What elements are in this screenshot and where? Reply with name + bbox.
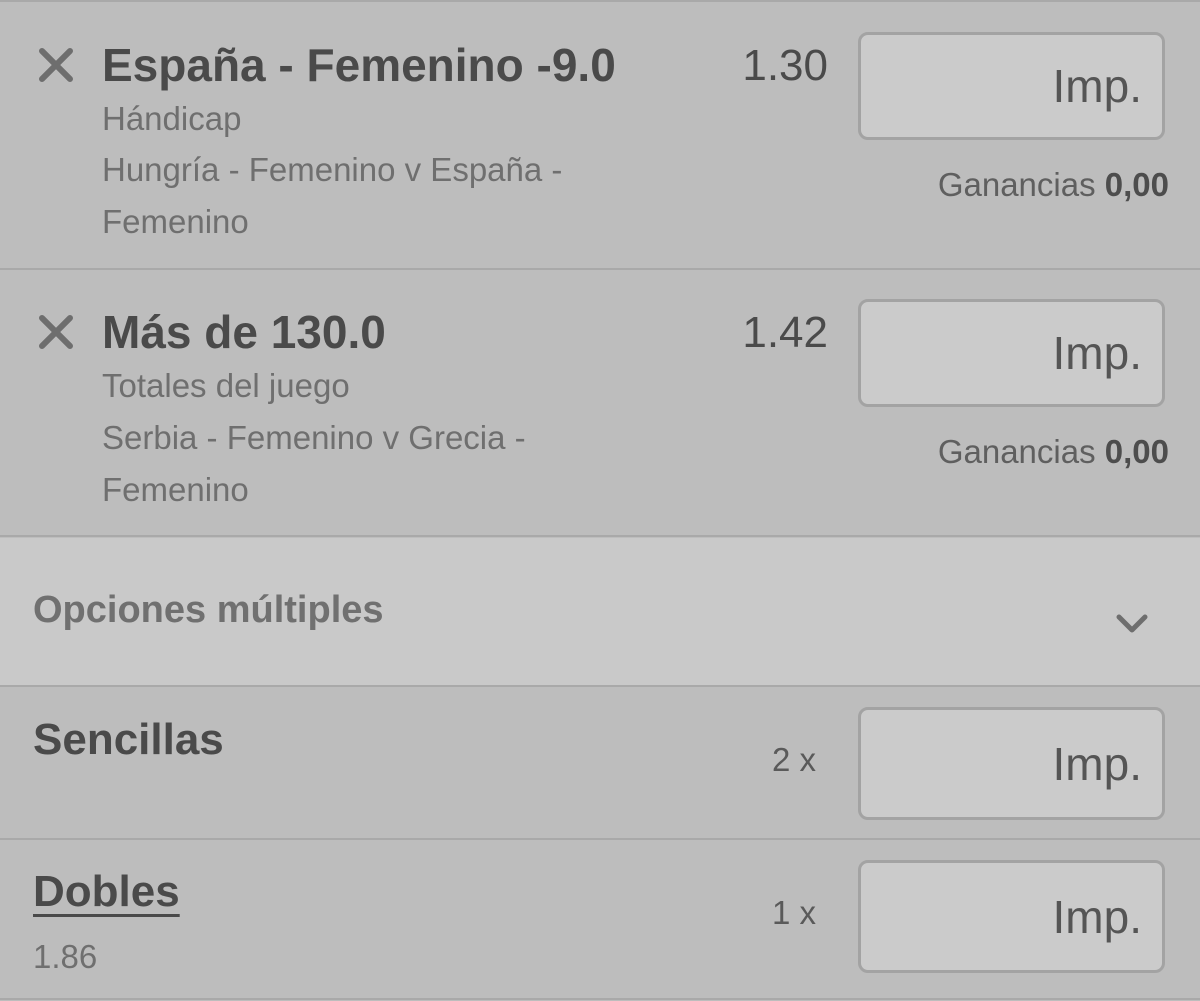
- bet-slip: España - Femenino -9.0 Hándicap Hungría …: [0, 0, 1200, 1001]
- selection-title: Más de 130.0: [102, 306, 386, 358]
- bet-selection: España - Femenino -9.0 Hándicap Hungría …: [0, 2, 1200, 268]
- winnings-value: 0,00: [1104, 166, 1169, 203]
- divider: [0, 838, 1200, 840]
- winnings-label: Ganancias: [937, 433, 1096, 470]
- winnings: Ganancias 0,00: [938, 168, 1169, 201]
- divider: [0, 998, 1200, 1000]
- stake-input[interactable]: [858, 32, 1165, 140]
- selection-odds: 1.42: [742, 308, 828, 357]
- selection-title: España - Femenino -9.0: [102, 39, 616, 91]
- singles-stake-input[interactable]: [858, 707, 1165, 820]
- doubles-link[interactable]: Dobles: [33, 870, 180, 914]
- winnings: Ganancias 0,00: [938, 435, 1169, 468]
- singles-label: Sencillas: [33, 715, 224, 764]
- chevron-down-icon[interactable]: [1115, 612, 1149, 636]
- singles-multiplier: 2 x: [771, 741, 816, 778]
- selection-market: Totales del juego: [102, 367, 350, 404]
- selection-event: Serbia - Femenino v Grecia - Femenino: [102, 419, 526, 508]
- multiple-options-label: Opciones múltiples: [33, 589, 384, 631]
- selection-odds: 1.30: [742, 41, 828, 90]
- doubles-stake-input[interactable]: [858, 860, 1165, 973]
- winnings-value: 0,00: [1104, 433, 1169, 470]
- close-icon[interactable]: [37, 313, 75, 351]
- stake-input[interactable]: [858, 299, 1165, 407]
- doubles-odds: 1.86: [33, 938, 98, 975]
- winnings-label: Ganancias: [937, 166, 1096, 203]
- selection-event: Hungría - Femenino v España - Femenino: [102, 151, 563, 240]
- bet-selection: Más de 130.0 Totales del juego Serbia - …: [0, 270, 1200, 535]
- divider: [0, 685, 1200, 687]
- close-icon[interactable]: [37, 46, 75, 84]
- selection-market: Hándicap: [102, 100, 242, 137]
- doubles-multiplier: 1 x: [771, 894, 816, 931]
- divider: [0, 535, 1200, 537]
